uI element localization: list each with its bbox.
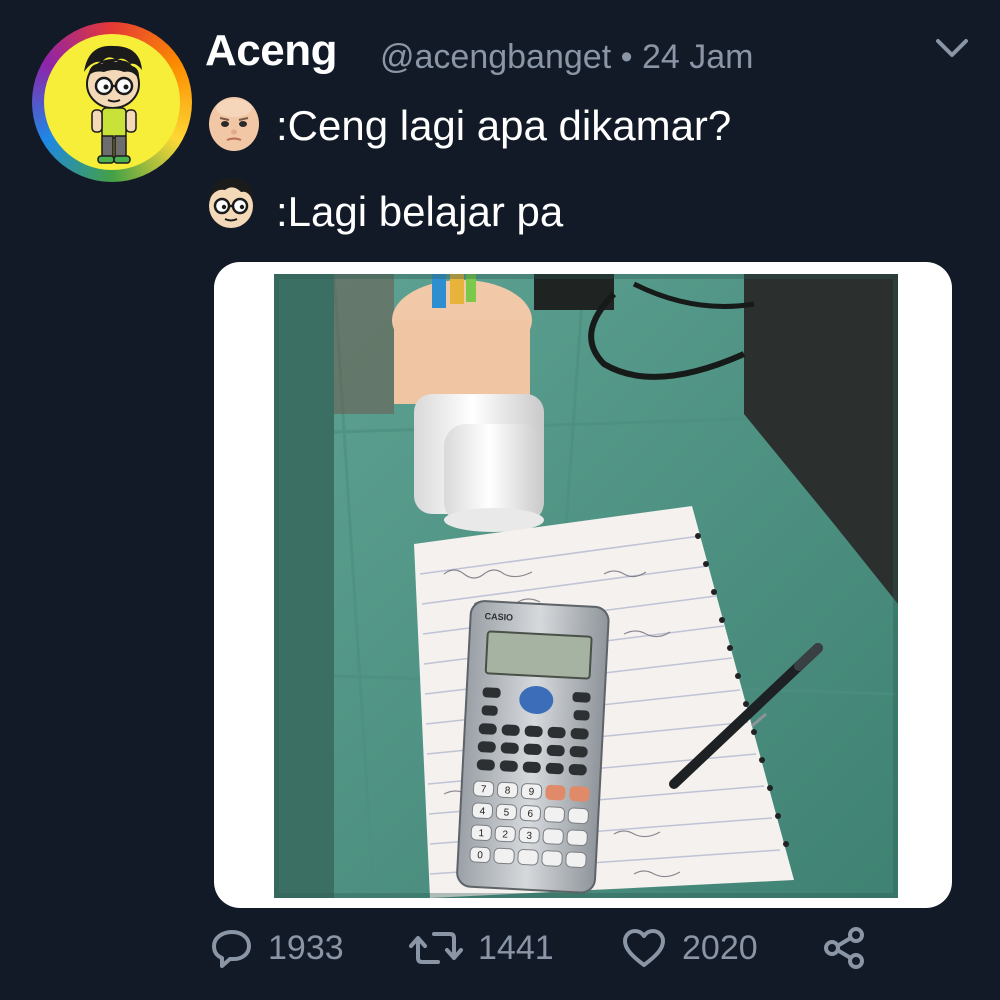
- avatar-cartoon-icon: [44, 34, 180, 170]
- avatar[interactable]: [32, 22, 192, 182]
- key-3: 3: [526, 831, 533, 842]
- aceng-face-emoji-icon: [203, 172, 259, 232]
- key-0: 0: [477, 850, 484, 861]
- share-action[interactable]: [820, 924, 868, 972]
- heart-icon[interactable]: [620, 926, 668, 970]
- meta-separator: •: [620, 38, 633, 76]
- reply-icon[interactable]: [210, 926, 254, 970]
- key-2: 2: [502, 829, 509, 840]
- key-4: 4: [479, 806, 486, 817]
- calculator-brand: CASIO: [484, 611, 513, 622]
- key-5: 5: [503, 807, 510, 818]
- key-1: 1: [478, 828, 485, 839]
- like-count: 2020: [682, 928, 758, 967]
- like-action[interactable]: 2020: [620, 924, 758, 972]
- key-8: 8: [504, 785, 511, 796]
- reply-action[interactable]: 1933: [210, 924, 344, 972]
- photo-calculator-notebook-icon[interactable]: CASIO 7 8 9 4 5 6 1 2 3 0: [269, 269, 903, 903]
- key-7: 7: [480, 784, 487, 795]
- author-handle[interactable]: @acengbanget: [380, 38, 611, 76]
- chevron-down-icon[interactable]: [932, 34, 972, 62]
- tweet-time[interactable]: 24 Jam: [642, 38, 754, 76]
- retweet-icon[interactable]: [408, 926, 464, 970]
- key-9: 9: [528, 787, 535, 798]
- dialog-line-answer: :Lagi belajar pa: [276, 188, 564, 235]
- retweet-action[interactable]: 1441: [408, 924, 554, 972]
- share-icon[interactable]: [820, 924, 868, 972]
- dialog-line-question: :Ceng lagi apa dikamar?: [276, 102, 732, 149]
- boss-baby-emoji-icon: [206, 94, 262, 154]
- retweet-count: 1441: [478, 928, 554, 967]
- author-name[interactable]: Aceng: [205, 26, 337, 76]
- author-meta[interactable]: @acengbanget • 24 Jam: [380, 38, 753, 77]
- reply-count: 1933: [268, 928, 344, 967]
- tweet: Aceng @acengbanget • 24 Jam :Ceng lagi a…: [0, 0, 1000, 1000]
- key-6: 6: [527, 809, 534, 820]
